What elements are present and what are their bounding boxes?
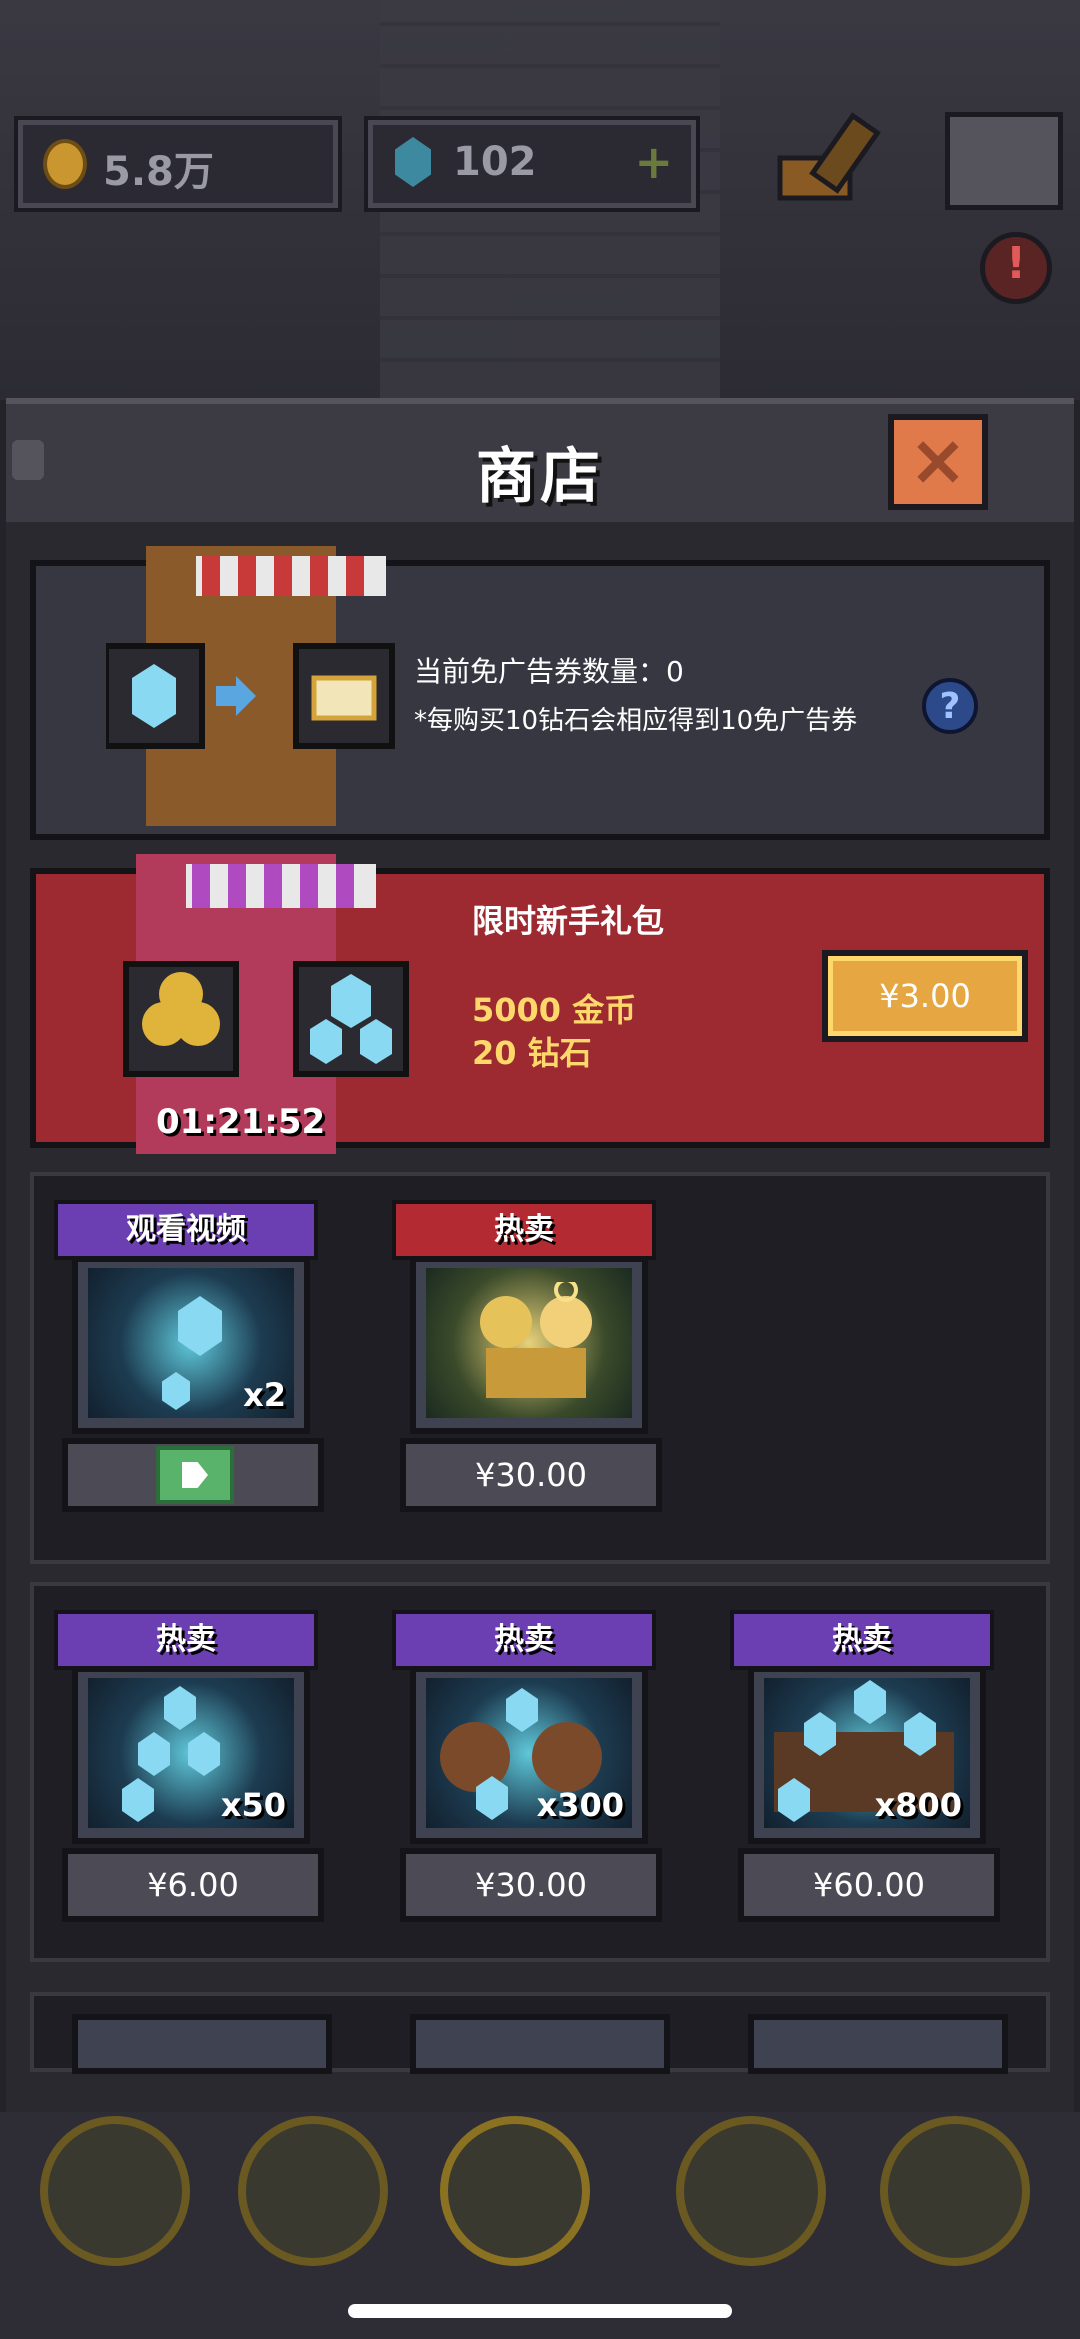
offer-quantity: x800: [874, 1786, 962, 1824]
starter-pack-buy-button[interactable]: ¥3.00: [822, 950, 1028, 1042]
starter-pack-gems: 20 钻石: [472, 1034, 592, 1072]
gem-amount: 102: [453, 139, 537, 185]
offer-frame: [748, 2014, 1008, 2074]
settings-gear-icon[interactable]: [945, 112, 1063, 210]
heroes-icon: [480, 1282, 592, 1398]
offer-banner: 热卖: [392, 1610, 656, 1670]
add-gems-button[interactable]: +: [634, 135, 673, 189]
nav-forge-icon[interactable]: [440, 2116, 590, 2266]
offer-price-button[interactable]: ¥60.00: [738, 1848, 1000, 1922]
offer-banner: 热卖: [392, 1200, 656, 1260]
play-video-icon: [156, 1446, 234, 1504]
help-icon[interactable]: ?: [922, 678, 978, 734]
offer-frame: x2: [72, 1256, 310, 1434]
offer-frame: [410, 2014, 670, 2074]
nav-shop-icon[interactable]: [880, 2116, 1030, 2266]
home-indicator: [348, 2304, 732, 2318]
offer-quantity: x50: [220, 1786, 286, 1824]
build-hammer-icon[interactable]: [770, 108, 890, 208]
nav-wood-icon[interactable]: [238, 2116, 388, 2266]
offer-frame: [72, 2014, 332, 2074]
gold-amount: 5.8万: [103, 149, 214, 195]
watch-video-button[interactable]: [62, 1438, 324, 1512]
offer-section-3: [30, 1992, 1050, 2074]
offer-banner: 观看视频: [54, 1200, 318, 1260]
offer-price-button[interactable]: ¥30.00: [400, 1848, 662, 1922]
gem-counter[interactable]: 102 +: [368, 120, 696, 208]
offer-frame: x300: [410, 1666, 648, 1844]
offer-quantity: x2: [243, 1376, 286, 1414]
offer-frame: x800: [748, 1666, 986, 1844]
alert-icon[interactable]: !: [980, 232, 1052, 304]
starter-pack-title: 限时新手礼包: [472, 902, 665, 940]
offer-banner: 热卖: [54, 1610, 318, 1670]
starter-pack-gold: 5000 金币: [472, 991, 637, 1029]
offer-frame: x50: [72, 1666, 310, 1844]
nav-building-icon[interactable]: [40, 2116, 190, 2266]
offer-banner: 热卖: [730, 1610, 994, 1670]
ad-ticket-count: 当前免广告券数量：0: [414, 655, 684, 688]
starter-pack-timer: 01:21:52: [156, 1102, 326, 1142]
ad-ticket-note: *每购买10钻石会相应得到10免广告券: [414, 706, 858, 736]
offer-frame: [410, 1256, 648, 1434]
offer-price-button[interactable]: ¥30.00: [400, 1438, 662, 1512]
panel-knob: [12, 440, 44, 480]
offer-quantity: x300: [536, 1786, 624, 1824]
offer-section-2: 热卖 x50 ¥6.00 热卖 x300 ¥30.00 热卖 x800 ¥60.…: [30, 1582, 1050, 1962]
offer-section-1: 观看视频 x2 热卖 ¥30.00: [30, 1172, 1050, 1564]
coin-icon: [43, 139, 87, 189]
ticket-stall-illustration: [106, 546, 395, 826]
nav-hammer-icon[interactable]: [676, 2116, 826, 2266]
gold-counter: 5.8万: [18, 120, 338, 208]
gem-icon: [395, 137, 431, 187]
close-button[interactable]: ×: [888, 414, 988, 510]
offer-price-button[interactable]: ¥6.00: [62, 1848, 324, 1922]
gem-sack-icon: [532, 1722, 602, 1792]
